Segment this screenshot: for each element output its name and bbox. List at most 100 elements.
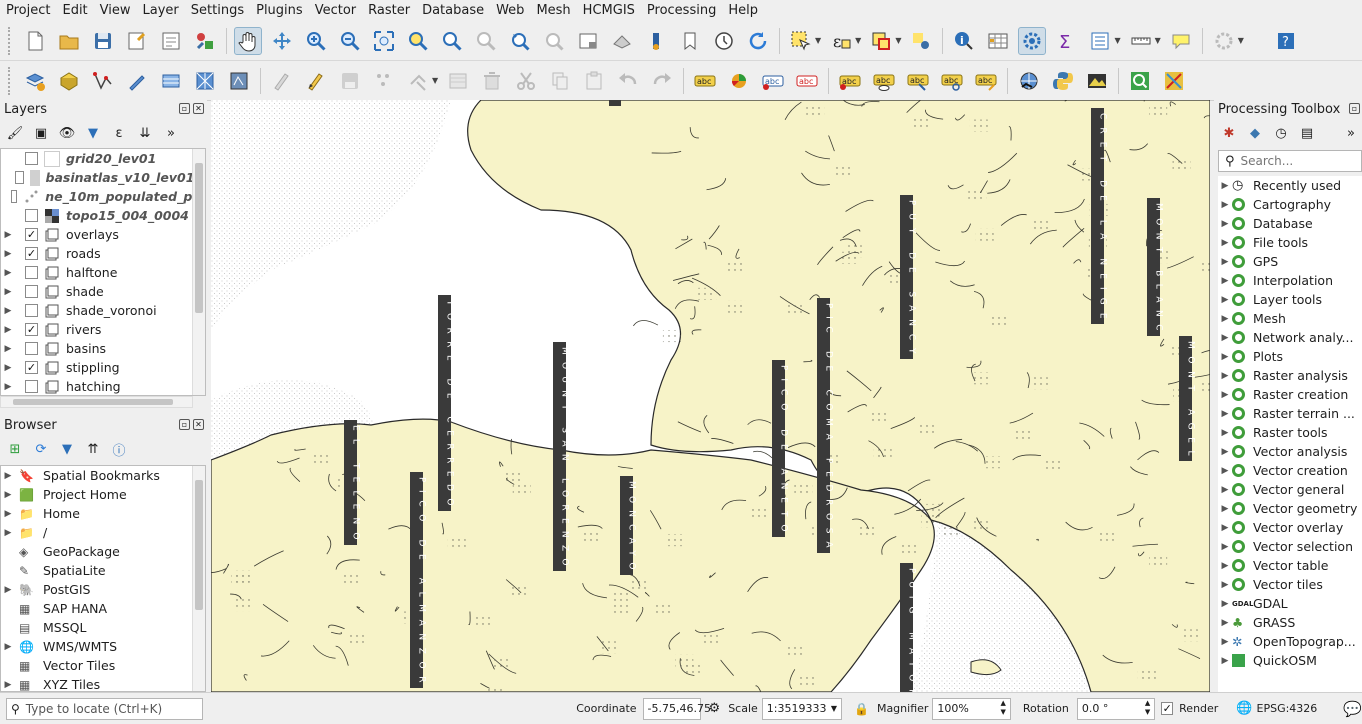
search-input[interactable] — [1240, 154, 1351, 168]
expand-arrow-icon[interactable]: ▶ — [1218, 504, 1232, 514]
expand-arrow-icon[interactable]: ▶ — [1218, 390, 1232, 400]
save-edits-icon[interactable] — [336, 67, 364, 95]
expand-arrow-icon[interactable]: ▶ — [1218, 618, 1232, 628]
zoom-to-selection-icon[interactable] — [404, 27, 432, 55]
expand-arrow-icon[interactable]: ▶ — [1218, 542, 1232, 552]
add-feature-icon[interactable] — [370, 67, 398, 95]
zoom-full-icon[interactable] — [370, 27, 398, 55]
menu-view[interactable]: View — [94, 0, 137, 21]
new-geopackage-layer-icon[interactable] — [55, 67, 83, 95]
label-abc-icon[interactable]: abc — [691, 67, 719, 95]
chevron-down-icon[interactable]: ▼ — [895, 36, 901, 45]
layer-row[interactable]: ▶ ✓ roads — [1, 244, 205, 263]
layer-properties-icon[interactable] — [225, 67, 253, 95]
add-selected-layers-icon[interactable]: ⊞ — [4, 438, 26, 460]
processing-provider[interactable]: ▶ ✲ OpenTopograp... — [1218, 632, 1362, 651]
browser-item[interactable]: ▶ 🔖 Spatial Bookmarks — [1, 466, 205, 485]
layer-visibility-checkbox[interactable]: ✓ — [25, 228, 38, 241]
layer-visibility-checkbox[interactable] — [25, 266, 38, 279]
menu-settings[interactable]: Settings — [185, 0, 250, 21]
toolbar-handle[interactable] — [8, 66, 14, 95]
expand-arrow-icon[interactable]: ▶ — [1, 528, 15, 538]
layer-row[interactable]: ▶ halftone — [1, 263, 205, 282]
expand-arrow-icon[interactable]: ▶ — [1218, 523, 1232, 533]
layer-visibility-checkbox[interactable] — [25, 304, 38, 317]
bookmark-icon[interactable] — [676, 27, 704, 55]
open-field-calculator-icon[interactable] — [1086, 27, 1114, 55]
style-panel-icon[interactable]: 🖌 — [4, 122, 26, 144]
lock-icon[interactable]: 🔒 — [854, 702, 869, 716]
expand-arrow-icon[interactable]: ▶ — [1, 509, 15, 519]
expand-arrow-icon[interactable]: ▶ — [1, 490, 15, 500]
expand-arrow-icon[interactable]: ▶ — [1218, 447, 1232, 457]
pan-hand-icon[interactable] — [234, 26, 262, 55]
pencil-disabled-icon[interactable] — [268, 67, 296, 95]
chevron-down-icon[interactable]: ▼ — [432, 76, 438, 85]
select-by-expression-icon[interactable]: ε — [827, 27, 855, 55]
zoom-next-icon[interactable] — [540, 27, 568, 55]
layer-visibility-checkbox[interactable] — [10, 190, 18, 203]
vertical-scrollbar[interactable] — [192, 466, 205, 691]
menu-processing[interactable]: Processing — [641, 0, 722, 21]
filter-icon[interactable]: ▼ — [56, 438, 78, 460]
expand-arrow-icon[interactable]: ▶ — [1, 642, 15, 652]
help-icon[interactable]: ? — [1272, 27, 1300, 55]
browser-item[interactable]: ▦ Vector Tiles — [1, 656, 205, 675]
render-checkbox[interactable]: ✓ — [1161, 702, 1174, 715]
layer-visibility-checkbox[interactable] — [15, 171, 24, 184]
menu-edit[interactable]: Edit — [56, 0, 93, 21]
layer-row[interactable]: ▶ hatching — [1, 377, 205, 395]
pin-labels-icon[interactable]: abc — [836, 67, 864, 95]
menu-database[interactable]: Database — [416, 0, 490, 21]
expand-arrow-icon[interactable]: ▶ — [1218, 485, 1232, 495]
float-panel-icon[interactable]: ▫ — [179, 419, 190, 430]
expand-arrow-icon[interactable]: ▶ — [1, 363, 15, 373]
diagram-options-icon[interactable] — [725, 67, 753, 95]
zoom-to-layer-icon[interactable] — [438, 27, 466, 55]
expand-arrow-icon[interactable]: ▶ — [1218, 561, 1232, 571]
browser-item[interactable]: ▤ MSSQL — [1, 618, 205, 637]
expand-arrow-icon[interactable]: ▶ — [1218, 181, 1232, 191]
menu-project[interactable]: Project — [0, 0, 56, 21]
processing-provider[interactable]: ▶ Vector overlay — [1218, 518, 1362, 537]
close-icon[interactable]: ✕ — [193, 419, 204, 430]
refresh-icon[interactable] — [744, 27, 772, 55]
processing-provider[interactable]: ▶ Mesh — [1218, 309, 1362, 328]
browser-item[interactable]: ▶ 📁 / — [1, 523, 205, 542]
processing-provider[interactable]: ▶ ◷ Recently used — [1218, 176, 1362, 195]
delete-selected-icon[interactable] — [478, 67, 506, 95]
chevron-down-icon[interactable]: ▼ — [1114, 36, 1120, 45]
menu-mesh[interactable]: Mesh — [530, 0, 576, 21]
digitize-plugin-icon[interactable] — [1160, 67, 1188, 95]
collapse-all-icon[interactable]: » — [1340, 122, 1362, 144]
select-location-icon[interactable] — [907, 27, 935, 55]
expand-arrow-icon[interactable]: ▶ — [1218, 371, 1232, 381]
expand-arrow-icon[interactable]: ▶ — [1, 287, 15, 297]
change-label-icon[interactable]: abc — [972, 67, 1000, 95]
chevron-down-icon[interactable]: ▼ — [815, 36, 821, 45]
statistics-sigma-icon[interactable]: Σ — [1052, 27, 1080, 55]
expand-arrow-icon[interactable]: ▶ — [1, 306, 15, 316]
info-icon[interactable]: ⓘ — [108, 438, 130, 460]
undo-icon[interactable] — [614, 67, 642, 95]
expand-arrow-icon[interactable]: ▶ — [1218, 200, 1232, 210]
globe-plugin-icon[interactable] — [1015, 67, 1043, 95]
copy-features-icon[interactable] — [546, 67, 574, 95]
menu-plugins[interactable]: Plugins — [250, 0, 309, 21]
layer-visibility-checkbox[interactable] — [25, 342, 38, 355]
new-temporary-layer-icon[interactable] — [123, 67, 151, 95]
save-project-icon[interactable] — [89, 27, 117, 55]
layer-row[interactable]: ▶ ✓ rivers — [1, 320, 205, 339]
virtual-layer-icon[interactable] — [157, 67, 185, 95]
messages-icon[interactable]: 💬 — [1343, 700, 1362, 718]
add-group-icon[interactable]: ▣ — [30, 122, 52, 144]
menu-help[interactable]: Help — [722, 0, 764, 21]
browser-item[interactable]: ✎ SpatiaLite — [1, 561, 205, 580]
layout-manager-icon[interactable] — [157, 27, 185, 55]
eye-icon[interactable]: 👁 — [56, 122, 78, 144]
pan-to-selection-icon[interactable] — [268, 27, 296, 55]
zoom-in-icon[interactable] — [302, 27, 330, 55]
measure-line-icon[interactable] — [1127, 27, 1155, 55]
processing-provider[interactable]: ▶ Vector table — [1218, 556, 1362, 575]
layer-row[interactable]: ne_10m_populated_pla — [1, 187, 205, 206]
